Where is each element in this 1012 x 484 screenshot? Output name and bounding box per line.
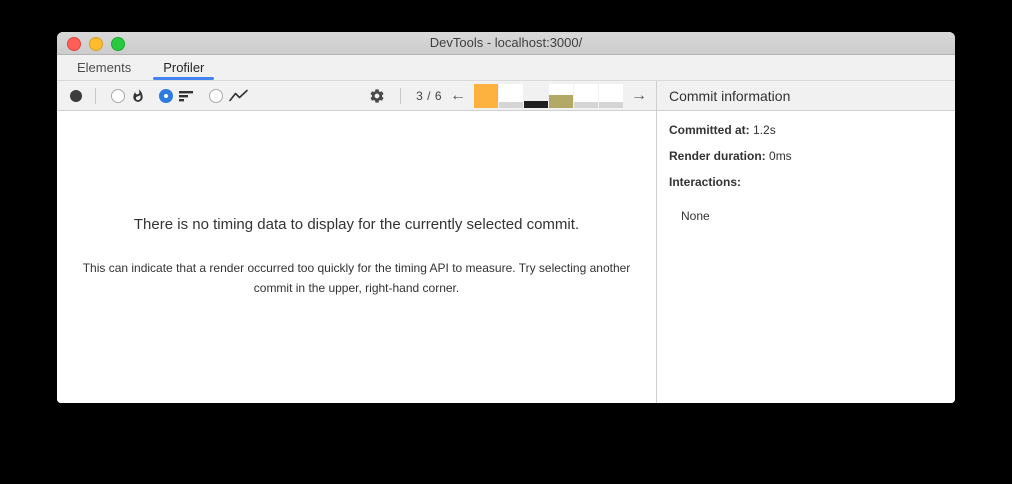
commit-bar-slot[interactable]: [574, 83, 598, 108]
window-title: DevTools - localhost:3000/: [429, 35, 583, 50]
render-duration-label: Render duration:: [669, 149, 766, 163]
chart-mode-ranked[interactable]: [159, 88, 195, 104]
commit-bar-slot[interactable]: [599, 83, 623, 108]
commit-navigator: 3 / 6 ← →: [369, 83, 648, 108]
record-button[interactable]: [70, 89, 82, 102]
flamegraph-radio[interactable]: [111, 88, 125, 103]
profiler-main-pane: There is no timing data to display for t…: [57, 111, 656, 403]
ranked-bars-icon: [179, 90, 193, 101]
tab-profiler[interactable]: Profiler: [153, 55, 215, 80]
committed-at-row: Committed at: 1.2s: [669, 123, 943, 137]
committed-at-label: Committed at:: [669, 123, 750, 137]
interactions-chart-icon: [229, 89, 248, 101]
no-data-heading: There is no timing data to display for t…: [133, 216, 580, 234]
profiler-toolbar: 3 / 6 ← →: [57, 81, 656, 110]
gear-icon[interactable]: [369, 88, 385, 104]
no-data-description: This can indicate that a render occurred…: [82, 261, 631, 295]
interactions-radio[interactable]: [209, 88, 223, 103]
tab-elements[interactable]: Elements: [67, 55, 141, 80]
content-area: There is no timing data to display for t…: [57, 111, 955, 403]
interactions-none: None: [681, 209, 710, 223]
tab-profiler-label: Profiler: [163, 60, 205, 75]
prev-commit-button[interactable]: ←: [449, 87, 467, 104]
chart-mode-interactions[interactable]: [209, 88, 249, 103]
toolbar-divider: [400, 87, 402, 104]
commit-bar-chart: [474, 83, 623, 108]
commit-info-panel: Committed at: 1.2s Render duration: 0ms …: [656, 111, 955, 403]
commit-bar-slot[interactable]: [474, 83, 498, 108]
commit-bar: [524, 100, 548, 108]
toolbar-row: 3 / 6 ← → Commit information: [57, 81, 955, 111]
commit-bar: [549, 94, 573, 108]
interactions-row: Interactions:: [669, 175, 943, 189]
commit-bar: [499, 101, 523, 108]
commit-position-label: 3 / 6: [416, 88, 442, 103]
render-duration-value: 0ms: [769, 149, 792, 163]
tab-bar: Elements Profiler: [57, 55, 955, 81]
commit-bar-slot[interactable]: [524, 83, 548, 108]
chart-mode-flamegraph[interactable]: [111, 88, 145, 104]
next-commit-button[interactable]: →: [630, 87, 648, 104]
render-duration-row: Render duration: 0ms: [669, 149, 943, 163]
commit-info-title: Commit information: [669, 87, 791, 104]
commit-info-header: Commit information: [656, 81, 955, 110]
tab-elements-label: Elements: [77, 60, 132, 75]
ranked-radio[interactable]: [159, 88, 173, 103]
commit-bar-slot[interactable]: [549, 83, 573, 108]
flame-icon: [133, 88, 143, 102]
commit-bar-slot[interactable]: [499, 83, 523, 108]
commit-bar: [474, 83, 498, 108]
interactions-label: Interactions:: [669, 175, 742, 189]
titlebar[interactable]: DevTools - localhost:3000/: [57, 32, 955, 55]
commit-bar: [574, 102, 598, 108]
devtools-window: DevTools - localhost:3000/ Elements Prof…: [57, 32, 955, 403]
commit-bar: [599, 102, 623, 108]
toolbar-divider: [95, 87, 96, 104]
committed-at-value: 1.2s: [753, 123, 776, 137]
